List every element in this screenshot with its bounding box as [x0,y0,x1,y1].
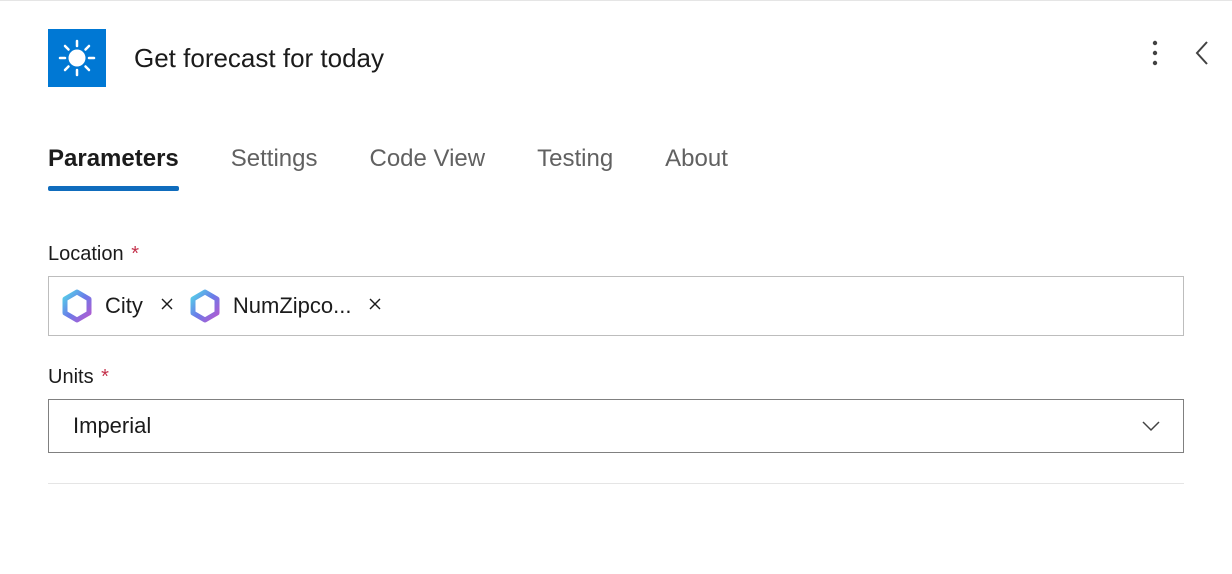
token-city[interactable]: City [59,286,181,326]
units-label-text: Units [48,366,94,388]
tab-settings[interactable]: Settings [231,145,318,189]
chevron-down-icon [1141,420,1161,432]
chevron-left-icon [1194,39,1210,67]
token-city-label: City [105,293,143,319]
required-asterisk: * [131,243,139,265]
units-label: Units * [48,366,1184,389]
action-header: Get forecast for today [0,1,1232,87]
remove-token-city[interactable] [153,294,181,318]
required-asterisk: * [101,366,109,388]
tab-parameters[interactable]: Parameters [48,145,179,189]
header-controls [1152,39,1210,67]
token-zipcode-label: NumZipco... [233,293,352,319]
close-icon [369,298,381,310]
tabs-row: Parameters Settings Code View Testing Ab… [0,87,1232,189]
token-zipcode[interactable]: NumZipco... [187,286,390,326]
weather-action-icon [48,29,106,87]
location-label-text: Location [48,243,124,265]
more-options-button[interactable] [1152,40,1158,66]
units-dropdown[interactable]: Imperial [48,399,1184,453]
tab-about[interactable]: About [665,145,728,189]
divider [48,483,1184,484]
tab-code-view[interactable]: Code View [369,145,485,189]
tab-testing[interactable]: Testing [537,145,613,189]
location-label: Location * [48,243,1184,266]
units-field-group: Units * Imperial [48,366,1184,453]
collapse-panel-button[interactable] [1194,39,1210,67]
close-icon [161,298,173,310]
sun-icon [57,38,97,78]
location-input[interactable]: City NumZipco... [48,276,1184,336]
more-vertical-icon [1152,40,1158,66]
parameters-form: Location * [0,189,1232,453]
units-value: Imperial [73,413,151,439]
action-title: Get forecast for today [134,43,384,74]
dynamic-content-icon [187,288,223,324]
remove-token-zipcode[interactable] [361,294,389,318]
location-field-group: Location * [48,243,1184,336]
dynamic-content-icon [59,288,95,324]
